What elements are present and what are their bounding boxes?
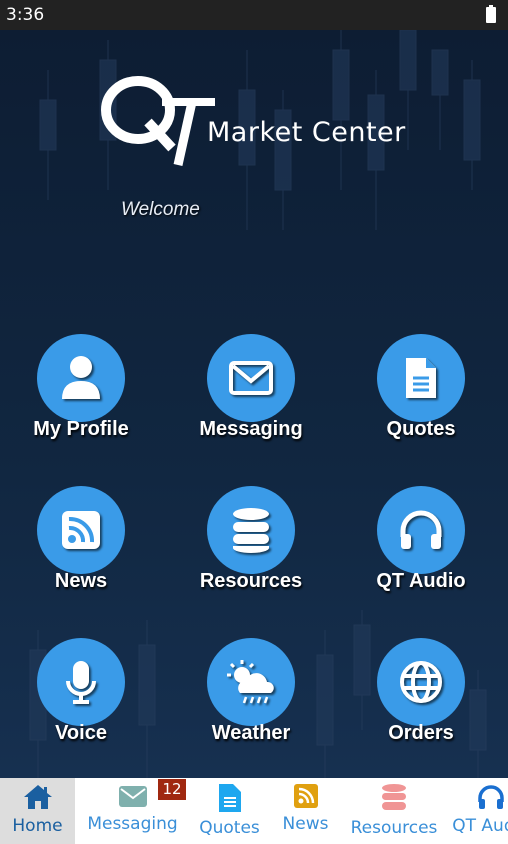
- nav-label: Quotes: [199, 818, 260, 838]
- tile-voice[interactable]: Voice: [0, 638, 166, 745]
- tile-label: Quotes: [386, 418, 456, 440]
- database-icon: [382, 784, 406, 810]
- envelope-icon: [229, 361, 273, 395]
- welcome-text: Welcome: [121, 199, 200, 220]
- nav-qt-audio[interactable]: QT Audio: [446, 778, 508, 844]
- nav-label: QT Audio: [452, 816, 508, 836]
- tile-label: News: [54, 570, 108, 592]
- nav-home[interactable]: Home: [0, 778, 75, 844]
- tile-weather[interactable]: Weather: [166, 638, 336, 745]
- home-icon: [23, 785, 52, 809]
- nav-quotes[interactable]: Quotes: [190, 778, 269, 844]
- status-time: 3:36: [6, 5, 45, 25]
- headphones-icon: [400, 510, 442, 549]
- rss-icon: [293, 784, 318, 808]
- tile-label: QT Audio: [376, 570, 466, 592]
- tile-label: Voice: [55, 722, 107, 744]
- battery-icon: [486, 5, 496, 23]
- database-icon: [233, 508, 269, 553]
- nav-label: Resources: [350, 818, 438, 838]
- nav-label: Messaging: [87, 814, 178, 834]
- rss-icon: [62, 511, 100, 549]
- nav-label: Home: [12, 816, 63, 836]
- nav-label: News: [282, 814, 329, 834]
- envelope-icon: [118, 786, 147, 807]
- tile-label: Messaging: [199, 418, 303, 440]
- tile-my-profile[interactable]: My Profile: [0, 334, 166, 441]
- tile-qt-audio[interactable]: QT Audio: [336, 486, 506, 593]
- weather-icon: [227, 660, 274, 704]
- globe-icon: [400, 661, 442, 703]
- app-title: Market Center: [207, 117, 406, 148]
- bottom-nav: Home Messaging Quotes News Resources QT …: [0, 778, 508, 844]
- headphones-icon: [478, 785, 504, 809]
- tile-label: Resources: [199, 570, 303, 592]
- messaging-badge: 12: [158, 779, 186, 800]
- status-bar: 3:36: [0, 0, 508, 30]
- nav-resources[interactable]: Resources: [342, 778, 446, 844]
- tile-label: Orders: [388, 722, 454, 744]
- document-icon: [218, 784, 241, 812]
- nav-news[interactable]: News: [269, 778, 342, 844]
- user-icon: [62, 356, 100, 399]
- tile-resources[interactable]: Resources: [166, 486, 336, 593]
- tile-label: Weather: [211, 722, 291, 744]
- tile-news[interactable]: News: [0, 486, 166, 593]
- tile-messaging[interactable]: Messaging: [166, 334, 336, 441]
- tile-quotes[interactable]: Quotes: [336, 334, 506, 441]
- document-icon: [406, 358, 436, 398]
- tile-orders[interactable]: Orders: [336, 638, 506, 745]
- tile-label: My Profile: [33, 418, 129, 440]
- microphone-icon: [66, 661, 96, 704]
